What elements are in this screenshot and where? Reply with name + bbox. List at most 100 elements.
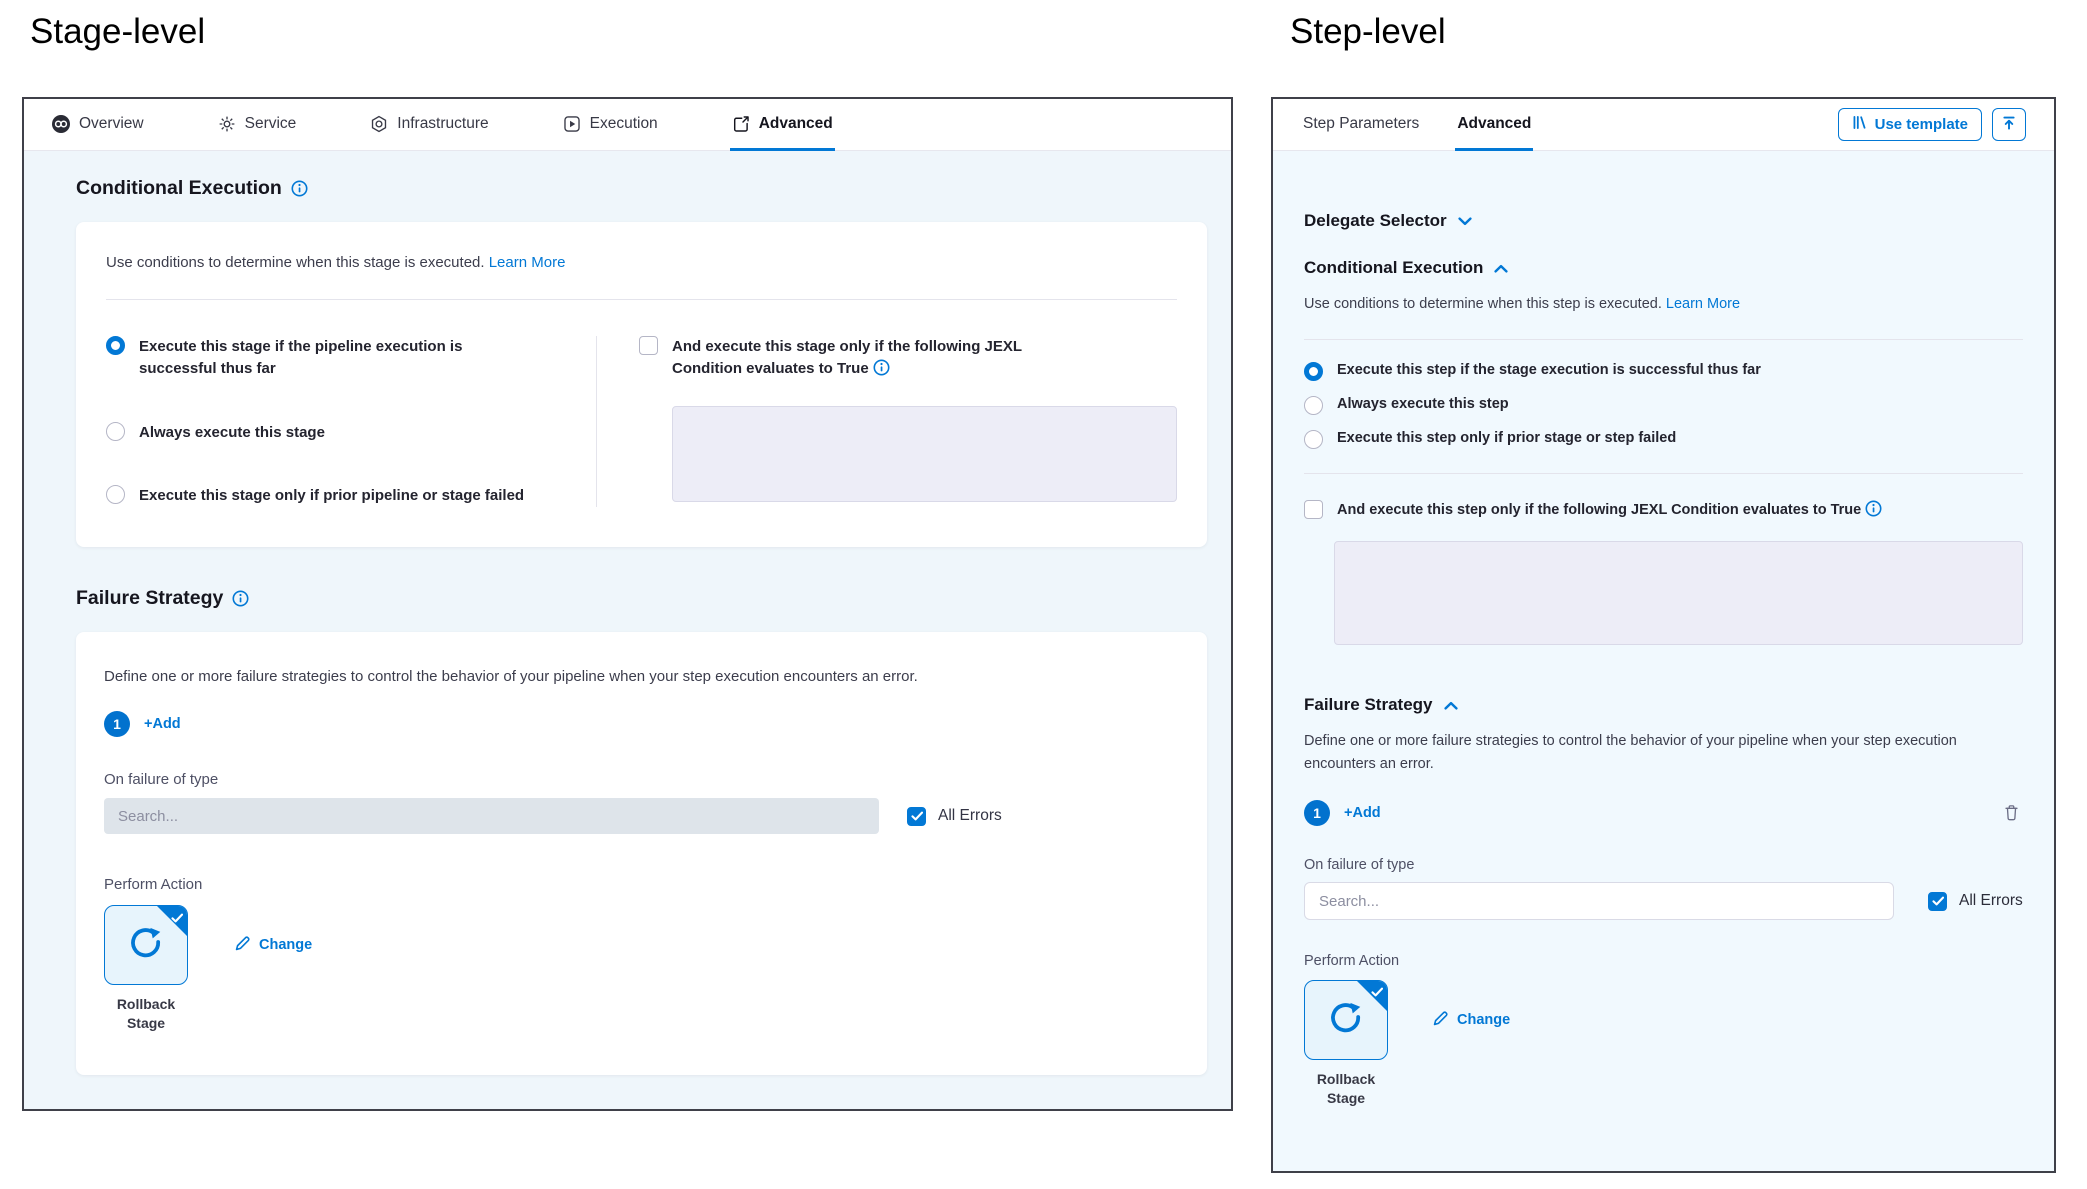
use-template-button[interactable]: Use template [1838,108,1982,141]
conditional-execution-heading: Conditional Execution [76,177,1207,200]
tab-service[interactable]: Service [216,99,299,151]
radio-label: Always execute this step [1337,396,1509,412]
stage-tabbar: Overview Service Infrastructure [24,99,1231,151]
step-content: Delegate Selector Conditional Execution … [1273,211,2054,1108]
template-library-icon [1852,115,1867,134]
change-label: Change [259,937,312,953]
info-icon[interactable] [291,180,308,197]
radio-option-success[interactable]: Execute this stage if the pipeline execu… [106,336,576,380]
strategy-count-badge[interactable]: 1 [1304,800,1330,826]
play-icon [563,115,581,133]
info-icon[interactable] [232,590,249,607]
all-errors-toggle[interactable]: All Errors [1928,892,2023,911]
change-action-button[interactable]: Change [1432,1010,1510,1031]
tab-advanced[interactable]: Advanced [1455,99,1533,151]
perform-action-label: Perform Action [104,876,1179,893]
info-icon[interactable] [1865,500,1882,517]
tab-label: Infrastructure [397,115,488,133]
execution-options: Execute this stage if the pipeline execu… [106,336,596,507]
radio-unselected[interactable] [106,422,125,441]
pencil-icon [234,935,251,956]
conditional-execution-description: Use conditions to determine when this st… [106,254,1177,271]
description-text: Use conditions to determine when this st… [106,254,485,271]
radio-unselected[interactable] [106,485,125,504]
all-errors-label: All Errors [938,807,1002,825]
failure-strategy-heading: Failure Strategy [76,587,1207,610]
jexl-condition-input[interactable] [672,406,1177,502]
conditional-execution-description: Use conditions to determine when this st… [1304,293,2023,315]
tabbar-actions: Use template [1838,99,2026,150]
jexl-condition-input[interactable] [1334,541,2023,645]
failure-strategy-header[interactable]: Failure Strategy [1304,695,2023,715]
checkmark-icon [1371,985,1384,996]
failure-type-search-input[interactable] [104,798,879,834]
on-failure-label: On failure of type [104,771,1179,788]
radio-unselected[interactable] [1304,430,1323,449]
failure-strategy-card: Define one or more failure strategies to… [76,632,1207,1075]
all-errors-toggle[interactable]: All Errors [907,807,1002,826]
radio-option-success[interactable]: Execute this step if the stage execution… [1304,362,2023,381]
apply-template-button[interactable] [1992,108,2026,141]
learn-more-link[interactable]: Learn More [489,254,566,271]
radio-option-always[interactable]: Always execute this stage [106,422,576,444]
change-action-button[interactable]: Change [234,935,312,956]
perform-action-row: Change [1304,980,2023,1060]
checkmark-icon [171,910,184,921]
strategy-count-badge[interactable]: 1 [104,711,130,737]
strategy-list-row: 1 +Add [1304,800,2023,826]
use-template-label: Use template [1875,116,1968,133]
step-advanced-panel: Step Parameters Advanced Use template [1271,97,2056,1173]
tab-advanced[interactable]: Advanced [730,99,835,151]
checkbox-checked[interactable] [907,807,926,826]
info-icon[interactable] [873,359,890,376]
radio-option-failed[interactable]: Execute this stage only if prior pipelin… [106,485,576,507]
jexl-label: And execute this stage only if the follo… [672,336,1082,380]
checkbox-unchecked[interactable] [639,336,658,355]
failure-strategy-description: Define one or more failure strategies to… [1304,730,2023,775]
section-title: Failure Strategy [76,587,223,610]
rollback-stage-tile[interactable] [1304,980,1388,1060]
tab-step-parameters[interactable]: Step Parameters [1301,99,1421,151]
execution-options: Execute this step if the stage execution… [1304,362,2023,449]
radio-option-failed[interactable]: Execute this step only if prior stage or… [1304,430,2023,449]
section-title: Conditional Execution [76,177,282,200]
radio-label: Always execute this stage [139,422,325,444]
section-title: Delegate Selector [1304,211,1447,231]
stage-level-heading: Stage-level [30,12,205,52]
gear-icon [218,115,236,133]
chevron-up-icon [1494,264,1508,273]
jexl-checkbox-row[interactable]: And execute this step only if the follow… [1304,500,2023,519]
failure-type-row: All Errors [104,798,1179,834]
tab-label: Service [245,115,297,133]
failure-type-search-input[interactable] [1304,882,1894,920]
radio-selected[interactable] [1304,362,1323,381]
failure-type-row: All Errors [1304,882,2023,920]
add-strategy-button[interactable]: +Add [1344,805,1381,821]
on-failure-label: On failure of type [1304,857,2023,873]
add-strategy-button[interactable]: +Add [144,716,181,732]
selected-action-name: Rollback Stage [104,995,188,1033]
radio-option-always[interactable]: Always execute this step [1304,396,2023,415]
chevron-up-icon [1444,701,1458,710]
delete-strategy-icon[interactable] [2004,804,2019,822]
conditional-execution-header[interactable]: Conditional Execution [1304,258,2023,278]
jexl-checkbox-row[interactable]: And execute this stage only if the follo… [639,336,1177,380]
delegate-selector-header[interactable]: Delegate Selector [1304,211,2023,231]
tab-execution[interactable]: Execution [561,99,660,151]
perform-action-label: Perform Action [1304,953,2023,969]
rollback-stage-tile[interactable] [104,905,188,985]
radio-selected[interactable] [106,336,125,355]
failure-strategy-description: Define one or more failure strategies to… [104,668,1179,685]
stage-advanced-panel: Overview Service Infrastructure [22,97,1233,1111]
upload-arrow-icon [2001,115,2017,134]
section-title: Conditional Execution [1304,258,1483,278]
checkbox-unchecked[interactable] [1304,500,1323,519]
stage-content: Conditional Execution Use conditions to … [24,151,1231,1075]
tab-overview[interactable]: Overview [50,99,146,151]
tab-label: Step Parameters [1303,115,1419,133]
learn-more-link[interactable]: Learn More [1666,296,1740,312]
radio-unselected[interactable] [1304,396,1323,415]
tab-infrastructure[interactable]: Infrastructure [368,99,490,151]
checkbox-checked[interactable] [1928,892,1947,911]
radio-label: Execute this stage if the pipeline execu… [139,336,469,380]
